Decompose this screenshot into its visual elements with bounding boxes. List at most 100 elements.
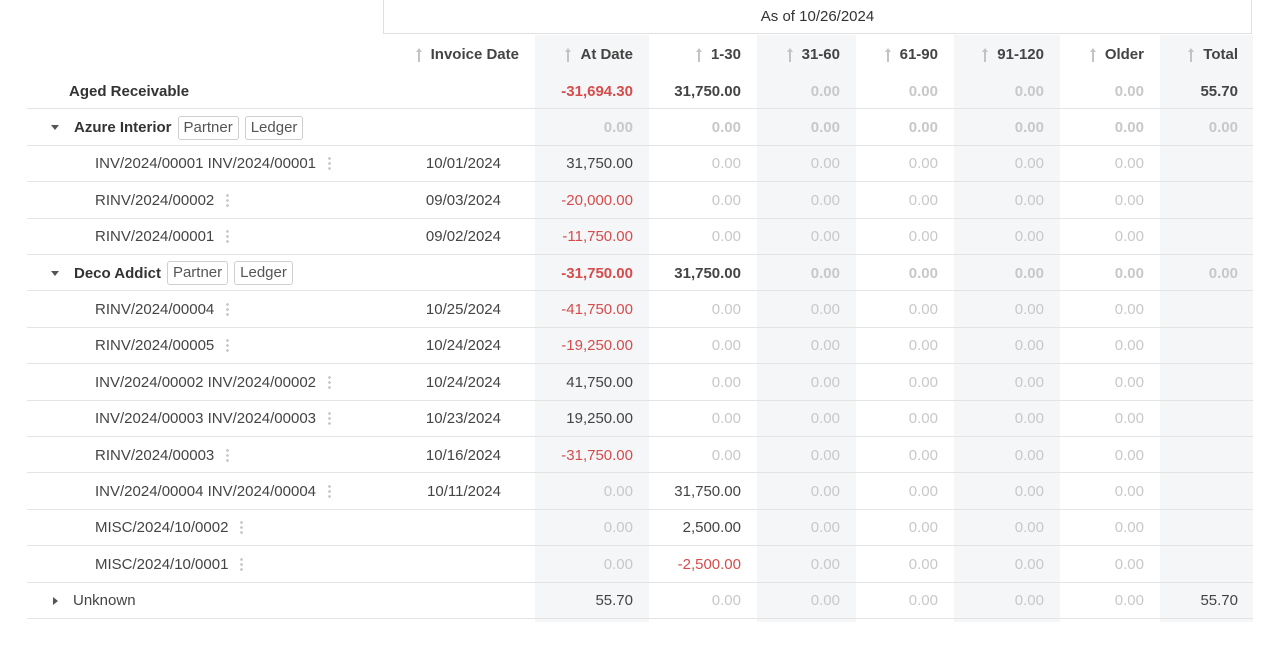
row-label[interactable]: RINV/2024/00005 <box>95 328 230 364</box>
partner-row[interactable]: Azure Interior Partner Ledger 0.00 0.00 0.00 0… <box>27 109 1253 146</box>
column-header-d61_90[interactable]: 61-90 <box>856 35 954 73</box>
partner-row[interactable]: Deco Addict Partner Ledger -31,750.00 31,750… <box>27 255 1253 292</box>
column-header-label: At Date <box>580 45 633 63</box>
entry-name: INV/2024/00004 INV/2024/00004 <box>95 483 317 501</box>
column-header-invoice_date[interactable]: Invoice Date <box>383 35 535 73</box>
cell-invoice_date: 10/24/2024 <box>425 337 501 355</box>
cell-d31_60: 0.00 <box>810 228 840 246</box>
cell-older: 0.00 <box>1114 191 1144 209</box>
row-label[interactable]: RINV/2024/00004 <box>95 291 230 327</box>
caret-right-icon[interactable] <box>53 596 58 605</box>
cell-d61_90: 0.00 <box>908 483 938 501</box>
column-header-label: Invoice Date <box>430 45 519 63</box>
cell-older: 0.00 <box>1114 228 1144 246</box>
column-header-total[interactable]: Total <box>1160 35 1253 73</box>
row-label[interactable]: MISC/2024/10/0001 <box>95 546 244 582</box>
kebab-menu-icon[interactable] <box>226 192 230 208</box>
cell-older: 0.00 <box>1114 555 1144 573</box>
cell-d1_30: 31,750.00 <box>674 82 741 100</box>
row-label: Aged Receivable <box>69 73 189 109</box>
kebab-menu-icon[interactable] <box>328 156 332 172</box>
row-label[interactable]: INV/2024/00003 INV/2024/00003 <box>95 401 332 437</box>
cell-d31_60: 0.00 <box>810 155 840 173</box>
cell-d1_30: 0.00 <box>711 337 741 355</box>
cell-d91_120: 0.00 <box>1014 82 1044 100</box>
caret-down-icon[interactable] <box>51 270 59 276</box>
table-row: INV/2024/00003 INV/2024/00003 10/23/2024 1… <box>27 401 1253 437</box>
ledger-button[interactable]: Ledger <box>244 115 304 140</box>
row-label[interactable]: RINV/2024/00002 <box>95 182 230 218</box>
cell-total <box>1160 546 1253 582</box>
cell-d1_30: 0.00 <box>711 373 741 391</box>
report-date-header: As of 10/26/2024 <box>383 0 1252 34</box>
cell-d31_60: 0.00 <box>810 373 840 391</box>
cell-d31_60: 0.00 <box>810 264 840 282</box>
row-label[interactable]: RINV/2024/00003 <box>95 437 230 473</box>
row-label[interactable]: INV/2024/00002 INV/2024/00002 <box>95 364 332 400</box>
entry-name: RINV/2024/00002 <box>95 191 215 209</box>
kebab-menu-icon[interactable] <box>226 447 230 463</box>
ledger-button[interactable]: Ledger <box>234 261 293 286</box>
kebab-menu-icon[interactable] <box>226 338 230 354</box>
kebab-menu-icon[interactable] <box>240 520 244 536</box>
column-header-older[interactable]: Older <box>1060 35 1160 73</box>
column-header-at_date[interactable]: At Date <box>535 35 649 73</box>
cell-total: 0.00 <box>1208 119 1238 137</box>
cell-d91_120: 0.00 <box>1014 301 1044 319</box>
cell-d31_60: 0.00 <box>810 119 840 137</box>
cell-invoice_date <box>383 255 535 291</box>
cell-invoice_date: 10/11/2024 <box>427 483 501 501</box>
cell-d61_90: 0.00 <box>908 410 938 428</box>
cell-total <box>1160 510 1253 546</box>
cell-at_date: -11,750.00 <box>562 228 633 246</box>
cell-d61_90: 0.00 <box>908 301 938 319</box>
cell-d91_120: 0.00 <box>1014 119 1044 137</box>
cell-d1_30: 0.00 <box>711 155 741 173</box>
cell-d31_60: 0.00 <box>810 410 840 428</box>
cell-d91_120: 0.00 <box>1014 155 1044 173</box>
cell-at_date: -41,750.00 <box>561 301 633 319</box>
cell-at_date: -19,250.00 <box>561 337 633 355</box>
cell-d61_90: 0.00 <box>908 155 938 173</box>
partner-button[interactable]: Partner <box>177 115 239 140</box>
kebab-menu-icon[interactable] <box>240 556 244 572</box>
column-header-d31_60[interactable]: 31-60 <box>757 35 856 73</box>
sort-icon <box>1188 48 1195 64</box>
kebab-menu-icon[interactable] <box>328 374 332 390</box>
cell-d91_120: 0.00 <box>1014 337 1044 355</box>
partner-button[interactable]: Partner <box>166 261 229 286</box>
cell-older: 0.00 <box>1114 337 1144 355</box>
cell-total: 55.70 <box>1200 82 1238 100</box>
kebab-menu-icon[interactable] <box>328 411 332 427</box>
row-label[interactable]: INV/2024/00001 INV/2024/00001 <box>95 146 332 182</box>
row-label[interactable]: MISC/2024/10/0002 <box>95 510 244 546</box>
cell-d31_60: 0.00 <box>810 519 840 537</box>
collapsed-row[interactable]: Unknown 55.70 0.00 0.00 0.00 0.00 0.00 55.70 <box>27 583 1253 619</box>
cell-d1_30: 0.00 <box>711 410 741 428</box>
entry-name: INV/2024/00003 INV/2024/00003 <box>95 410 317 428</box>
column-header-d91_120[interactable]: 91-120 <box>954 35 1060 73</box>
cell-invoice_date <box>383 73 535 109</box>
caret-down-icon[interactable] <box>51 125 59 131</box>
group-name: Deco Addict <box>74 264 161 282</box>
cell-total <box>1160 437 1253 473</box>
cell-older: 0.00 <box>1114 410 1144 428</box>
kebab-menu-icon[interactable] <box>226 302 230 318</box>
row-label[interactable]: INV/2024/00004 INV/2024/00004 <box>95 473 332 509</box>
cell-older: 0.00 <box>1114 82 1144 100</box>
row-label[interactable]: RINV/2024/00001 <box>95 219 230 255</box>
kebab-menu-icon[interactable] <box>226 229 230 245</box>
cell-invoice_date: 10/01/2024 <box>425 155 501 173</box>
cell-invoice_date <box>383 583 535 619</box>
column-header-d1_30[interactable]: 1-30 <box>649 35 757 73</box>
cell-invoice_date: 09/02/2024 <box>425 228 501 246</box>
total-row[interactable]: Aged Receivable -31,694.30 31,750.00 0.00 0.… <box>27 73 1253 110</box>
kebab-menu-icon[interactable] <box>328 484 332 500</box>
cell-d31_60: 0.00 <box>810 82 840 100</box>
cell-total: 0.00 <box>1208 264 1238 282</box>
cell-d1_30: 0.00 <box>711 446 741 464</box>
group-name: Azure Interior <box>74 119 172 137</box>
group-name: Unknown <box>73 592 136 610</box>
cell-invoice_date: 10/23/2024 <box>425 410 501 428</box>
group-name: Aged Receivable <box>69 82 190 100</box>
